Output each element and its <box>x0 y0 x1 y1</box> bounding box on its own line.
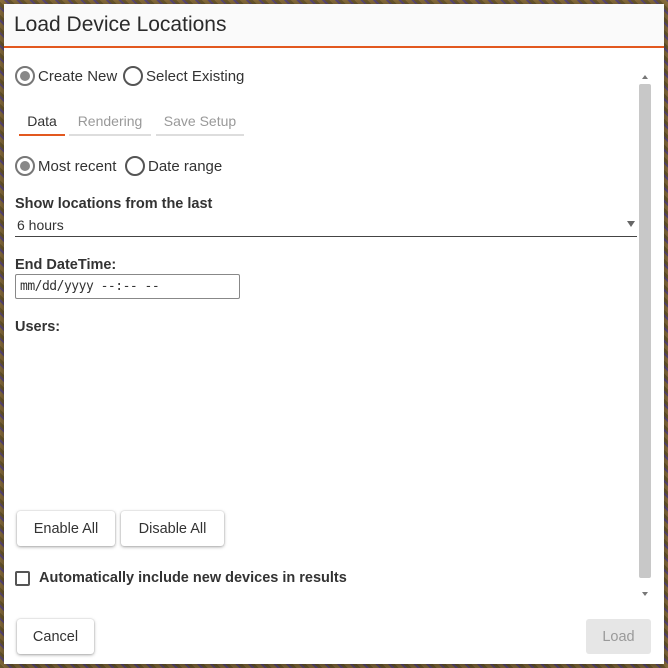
most-recent-radio[interactable]: Most recent <box>15 156 116 176</box>
auto-include-checkbox[interactable] <box>15 570 30 586</box>
caret-down-icon <box>627 221 635 227</box>
auto-include-checkbox-row[interactable]: Automatically include new devices in res… <box>15 570 347 586</box>
create-new-label: Create New <box>38 67 118 85</box>
users-label: Users: <box>15 319 61 335</box>
create-new-radio[interactable]: Create New <box>15 66 117 86</box>
disable-all-button[interactable]: Disable All <box>121 511 224 546</box>
select-existing-radio[interactable]: Select Existing <box>123 66 244 86</box>
scrollbar-thumb[interactable] <box>639 84 651 578</box>
radio-checked-icon <box>15 156 35 176</box>
tab-save-setup[interactable]: Save Setup <box>156 109 244 136</box>
enable-all-button[interactable]: Enable All <box>17 511 115 546</box>
load-button[interactable]: Load <box>586 619 651 654</box>
tab-rendering[interactable]: Rendering <box>69 109 151 136</box>
radio-unchecked-icon <box>123 66 143 86</box>
most-recent-label: Most recent <box>38 157 117 175</box>
end-datetime-label: End DateTime: <box>15 257 117 273</box>
show-locations-value: 6 hours <box>17 217 64 233</box>
show-locations-label: Show locations from the last <box>15 196 213 212</box>
radio-unchecked-icon <box>125 156 145 176</box>
end-datetime-input[interactable]: mm/dd/yyyy --:-- -- <box>15 274 240 299</box>
dialog-footer: Cancel Load <box>4 606 664 664</box>
tab-data[interactable]: Data <box>19 109 65 136</box>
cancel-button[interactable]: Cancel <box>17 619 94 654</box>
radio-checked-icon <box>15 66 35 86</box>
date-range-label: Date range <box>148 157 223 175</box>
scroll-down-arrow-icon[interactable] <box>642 592 648 596</box>
dialog-content: Create New Select Existing Data Renderin… <box>4 50 664 606</box>
select-existing-label: Select Existing <box>146 67 245 85</box>
dialog-title: Load Device Locations <box>14 13 227 36</box>
show-locations-select[interactable]: 6 hours <box>15 215 637 237</box>
load-device-locations-dialog: Load Device Locations Create New Select … <box>4 4 664 664</box>
content-scrollbar[interactable] <box>638 70 654 604</box>
date-range-radio[interactable]: Date range <box>125 156 222 176</box>
scroll-up-arrow-icon[interactable] <box>642 75 648 79</box>
auto-include-label: Automatically include new devices in res… <box>39 570 347 586</box>
dialog-title-bar: Load Device Locations <box>4 4 664 48</box>
